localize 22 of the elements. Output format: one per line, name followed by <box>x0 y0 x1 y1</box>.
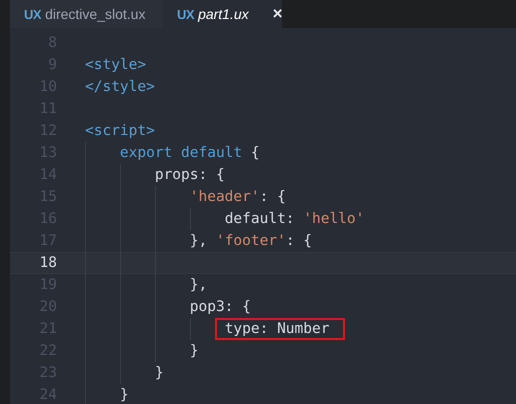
code-line: </style> <box>84 78 156 97</box>
close-icon[interactable]: × <box>272 4 283 24</box>
code-line: } <box>188 342 200 361</box>
code-line: default: 'hello' <box>224 210 366 229</box>
code-line: <script> <box>84 122 156 141</box>
file-type-icon: UX <box>177 6 194 22</box>
code-line: props: { <box>154 166 226 185</box>
code-line: }, <box>188 276 208 295</box>
code-line: 'header': { <box>188 188 287 207</box>
highlighted-code: type: Number <box>214 318 346 340</box>
tab-label: part1.ux <box>198 6 249 22</box>
tab-label: directive_slot.ux <box>45 6 146 22</box>
line-number: 18 <box>38 255 57 271</box>
code-line: <style> <box>84 56 148 75</box>
code-line: } <box>154 364 165 383</box>
code-line: } <box>118 386 130 404</box>
file-type-icon: UX <box>24 6 42 22</box>
code-line: export default { <box>118 144 261 163</box>
editor-tab[interactable]: UX part1.ux × <box>163 0 282 28</box>
code-line: }, 'footer': { <box>188 232 314 251</box>
code-line: pop3: { <box>188 298 252 317</box>
editor-tab[interactable]: UX directive_slot.ux <box>10 0 163 28</box>
